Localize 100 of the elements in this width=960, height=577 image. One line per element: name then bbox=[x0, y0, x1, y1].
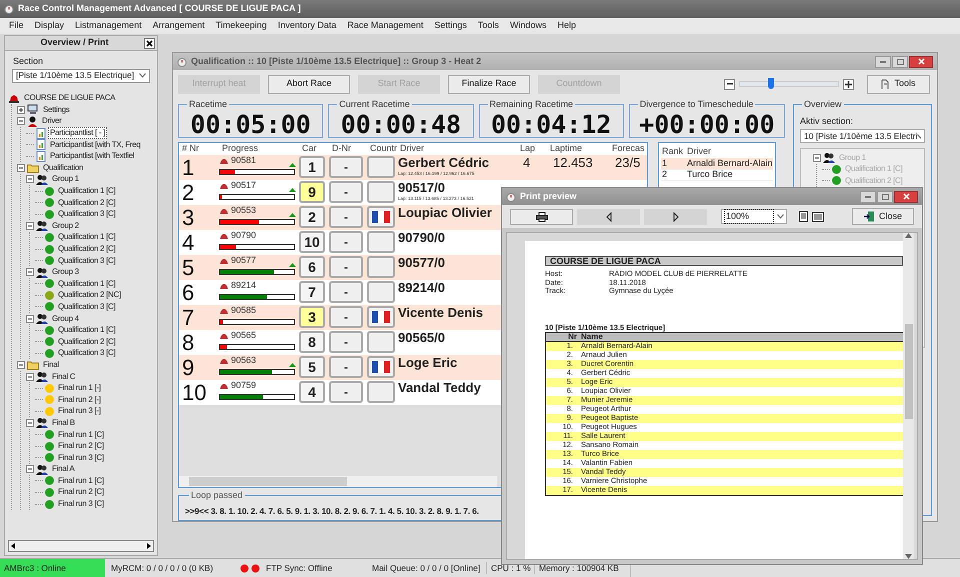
position-cell-text: 8 bbox=[181, 330, 196, 355]
collapse-icon[interactable] bbox=[26, 465, 34, 474]
timer-value: 00:05:00 bbox=[189, 112, 312, 138]
collapse-icon[interactable] bbox=[26, 418, 34, 427]
tree-item[interactable]: Qualification 1 [C] bbox=[56, 185, 118, 198]
menu-item[interactable]: Arrangement bbox=[152, 19, 205, 33]
tree-item[interactable]: Final run 2 [C] bbox=[56, 440, 106, 452]
maximize-button[interactable] bbox=[892, 56, 908, 68]
column-header: Countr bbox=[369, 143, 397, 156]
scrollbar-thumb[interactable] bbox=[904, 324, 912, 418]
menu-item[interactable]: Settings bbox=[434, 19, 467, 33]
timer-label: Divergence to Timeschedule bbox=[638, 98, 754, 111]
menu-item[interactable]: File bbox=[9, 19, 24, 33]
zoom-select[interactable]: 100% bbox=[721, 209, 787, 224]
zoom-in-button[interactable] bbox=[843, 78, 854, 90]
collapse-icon[interactable] bbox=[26, 372, 34, 381]
single-page-icon[interactable] bbox=[799, 211, 808, 222]
tree-item[interactable]: Participantlist [with TX, Freq bbox=[48, 138, 142, 151]
collapse-icon[interactable] bbox=[17, 117, 25, 126]
menu-item[interactable]: Display bbox=[34, 19, 64, 33]
tree-item[interactable]: Qualification 2 [C] bbox=[56, 196, 118, 209]
tree-item[interactable]: Final run 3 [-] bbox=[56, 405, 103, 418]
close-button[interactable] bbox=[144, 38, 155, 48]
tree-item[interactable]: Group 3 bbox=[50, 266, 81, 278]
tree-item[interactable]: Final C bbox=[50, 370, 78, 383]
menu-item[interactable]: Listmanagement bbox=[75, 19, 142, 33]
tree-item[interactable]: Final run 3 [C] bbox=[56, 452, 106, 464]
driver-name: Loupiac Olivier bbox=[398, 205, 493, 221]
maximize-button[interactable] bbox=[877, 190, 893, 202]
tree-item[interactable]: Qualification 2 [C] bbox=[56, 336, 118, 348]
tree-item[interactable]: Driver bbox=[40, 115, 64, 128]
action-button[interactable]: Abort Race bbox=[268, 74, 350, 94]
position-cell-text: 1 bbox=[181, 155, 196, 180]
tree-item[interactable]: Qualification 1 [C] bbox=[56, 324, 118, 336]
tree-item[interactable]: Final run 1 [C] bbox=[56, 474, 106, 487]
page-list-icon[interactable] bbox=[812, 212, 824, 222]
expand-icon[interactable] bbox=[17, 106, 25, 114]
column-header: Driver bbox=[686, 144, 711, 158]
collapse-icon[interactable] bbox=[26, 222, 34, 230]
print-button[interactable] bbox=[510, 208, 573, 224]
tree-item[interactable]: Final run 2 [C] bbox=[56, 486, 106, 498]
tree-item[interactable]: Group 2 bbox=[50, 220, 81, 232]
minimize-button[interactable] bbox=[875, 56, 891, 68]
tree-item[interactable]: Qualification 3 [C] bbox=[56, 300, 118, 313]
close-button[interactable]: Close bbox=[852, 208, 914, 225]
menu-item[interactable]: Tools bbox=[478, 19, 499, 33]
printer-icon bbox=[536, 212, 548, 222]
tree-item[interactable]: Qualification bbox=[41, 162, 86, 174]
collapse-icon[interactable] bbox=[26, 314, 34, 323]
tree-item[interactable]: Qualification 2 [NC] bbox=[56, 289, 123, 302]
driver-name: Loge Eric bbox=[398, 355, 458, 371]
close-button[interactable] bbox=[909, 56, 933, 68]
tree-item[interactable]: Final B bbox=[50, 416, 77, 429]
tree-item[interactable]: Qualification 1 [C] bbox=[56, 231, 118, 244]
menu-item[interactable]: Timekeeping bbox=[216, 19, 267, 33]
tree-item[interactable]: Participantlist [with Textfiel bbox=[48, 150, 136, 162]
section-select[interactable]: 10 [Piste 1/10ème 13.5 Electri bbox=[800, 129, 925, 143]
slider-thumb[interactable] bbox=[768, 78, 774, 89]
tree-item[interactable]: Final run 1 [-] bbox=[56, 382, 103, 394]
tree-item[interactable]: Qualification 3 [C] bbox=[56, 347, 118, 360]
menu-item[interactable]: Inventory Data bbox=[278, 19, 336, 33]
tree-item[interactable]: Group 1 bbox=[50, 173, 81, 186]
tree-item[interactable]: Participantlist [ - ] bbox=[48, 127, 108, 140]
folder-icon bbox=[27, 162, 39, 173]
tools-button[interactable]: Tools bbox=[867, 74, 930, 94]
tree-item[interactable]: Final run 2 [-] bbox=[56, 394, 103, 406]
close-button[interactable] bbox=[894, 190, 918, 202]
driver-name: 90790/0 bbox=[398, 230, 446, 246]
zoom-slider-track[interactable] bbox=[739, 81, 839, 87]
collapse-icon[interactable] bbox=[26, 268, 34, 276]
tree-item[interactable]: Group 4 bbox=[50, 312, 81, 325]
collapse-icon[interactable] bbox=[17, 360, 25, 369]
tree-item[interactable]: COURSE DE LIGUE PACA bbox=[22, 92, 118, 104]
tree-item[interactable]: Final A bbox=[50, 463, 76, 476]
rank-cell-text: 1 bbox=[661, 156, 668, 170]
collapse-icon[interactable] bbox=[17, 164, 25, 172]
horizontal-scrollbar[interactable] bbox=[179, 476, 497, 488]
section-select[interactable]: [Piste 1/10ème 13.5 Electrique] bbox=[12, 68, 150, 82]
tree-item[interactable]: Final run 3 [C] bbox=[56, 498, 106, 510]
chevron-down-icon bbox=[917, 134, 921, 138]
tree-item[interactable]: Final run 1 [C] bbox=[56, 428, 106, 441]
action-button[interactable]: Finalize Race bbox=[448, 74, 530, 94]
menu-item[interactable]: Race Management bbox=[347, 19, 424, 33]
tree-item[interactable]: Final bbox=[41, 358, 61, 371]
loop-label: Loop passed bbox=[190, 490, 244, 502]
tree-item[interactable]: Qualification 3 [C] bbox=[56, 208, 118, 220]
d-nr-field: - bbox=[329, 356, 363, 378]
zoom-out-button[interactable] bbox=[724, 78, 735, 90]
menu-item[interactable]: Help bbox=[557, 19, 576, 33]
tree-item[interactable]: Qualification 3 [C] bbox=[56, 254, 118, 267]
d-nr-field: - bbox=[329, 256, 363, 278]
minimize-button[interactable] bbox=[860, 190, 876, 202]
scrollbar-thumb[interactable] bbox=[189, 477, 347, 486]
menu-item[interactable]: Windows bbox=[510, 19, 546, 33]
collapse-icon[interactable] bbox=[26, 175, 34, 184]
tree-item[interactable]: Settings bbox=[41, 104, 72, 116]
vertical-scrollbar[interactable] bbox=[903, 233, 914, 559]
tree-item[interactable]: Qualification 1 [C] bbox=[56, 278, 118, 290]
horizontal-scrollbar[interactable] bbox=[8, 540, 154, 552]
tree-item[interactable]: Qualification 2 [C] bbox=[56, 243, 118, 256]
